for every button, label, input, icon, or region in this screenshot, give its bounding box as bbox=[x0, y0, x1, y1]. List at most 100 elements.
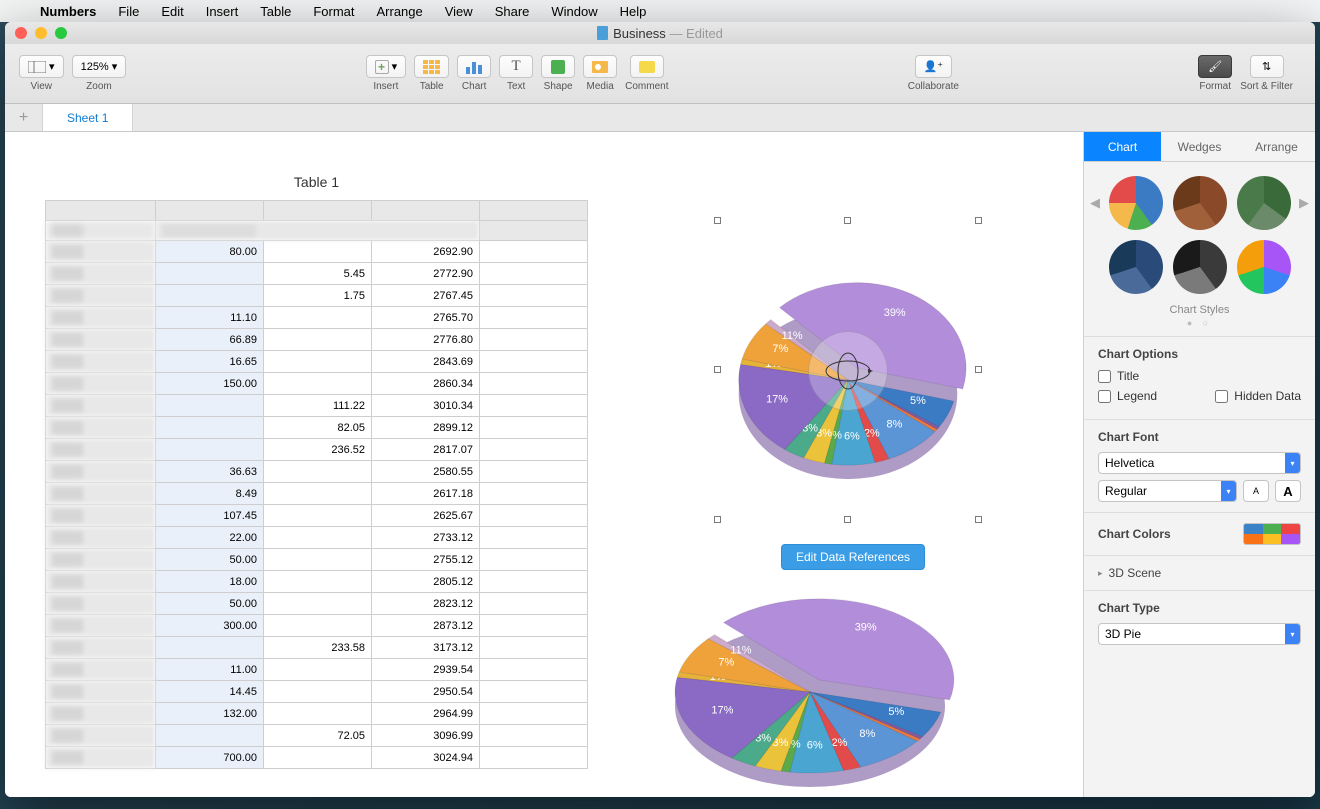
resize-handle[interactable] bbox=[975, 217, 982, 224]
table-button[interactable] bbox=[414, 55, 449, 78]
table-row[interactable]: ████50.002823.12 bbox=[46, 593, 588, 615]
table-row[interactable]: ████107.452625.67 bbox=[46, 505, 588, 527]
document-window: Business — Edited ▾ View 125% ▾ Zoom + ▾… bbox=[5, 22, 1315, 797]
table-row[interactable]: ████11.102765.70 bbox=[46, 307, 588, 329]
app-menu[interactable]: Numbers bbox=[40, 4, 96, 19]
table-row[interactable]: ████150.002860.34 bbox=[46, 373, 588, 395]
inspector-tab-wedges[interactable]: Wedges bbox=[1161, 132, 1238, 162]
font-smaller-button[interactable]: A bbox=[1243, 480, 1269, 502]
rotate-gizmo[interactable] bbox=[808, 331, 888, 411]
table-row[interactable]: ████5.452772.90 bbox=[46, 263, 588, 285]
text-button[interactable]: T bbox=[499, 55, 533, 78]
table-row[interactable]: ████36.632580.55 bbox=[46, 461, 588, 483]
table-row[interactable]: ████132.002964.99 bbox=[46, 703, 588, 725]
zoom-button[interactable] bbox=[55, 27, 67, 39]
3d-scene-disclosure[interactable]: 3D Scene bbox=[1098, 566, 1301, 580]
pie-chart-1[interactable]: 39%5%8%2%6%1%3%3%17%1%7%11% bbox=[717, 220, 979, 520]
chart-style-6[interactable] bbox=[1237, 240, 1291, 294]
resize-handle[interactable] bbox=[975, 516, 982, 523]
menu-format[interactable]: Format bbox=[313, 4, 354, 19]
sort-filter-button[interactable]: ⇅ bbox=[1250, 55, 1284, 78]
chart-button[interactable] bbox=[457, 55, 491, 78]
styles-pager[interactable]: ● ○ bbox=[1084, 318, 1315, 328]
menu-file[interactable]: File bbox=[118, 4, 139, 19]
menu-view[interactable]: View bbox=[445, 4, 473, 19]
font-style-select[interactable]: Regular▾ bbox=[1098, 480, 1237, 502]
hidden-data-checkbox[interactable] bbox=[1215, 390, 1228, 403]
table-icon bbox=[423, 60, 440, 74]
chart-style-5[interactable] bbox=[1173, 240, 1227, 294]
inspector-tab-chart[interactable]: Chart bbox=[1084, 132, 1161, 162]
svg-text:7%: 7% bbox=[772, 343, 788, 355]
chart-colors-picker[interactable] bbox=[1243, 523, 1301, 545]
menu-insert[interactable]: Insert bbox=[206, 4, 239, 19]
person-icon: 👤⁺ bbox=[924, 60, 944, 73]
shape-button[interactable] bbox=[541, 55, 575, 78]
font-family-select[interactable]: Helvetica▾ bbox=[1098, 452, 1301, 474]
styles-next[interactable]: ▶ bbox=[1299, 195, 1309, 211]
add-sheet-button[interactable]: + bbox=[5, 104, 43, 131]
view-label: View bbox=[31, 81, 53, 92]
svg-text:5%: 5% bbox=[888, 706, 904, 718]
pie-chart-2[interactable]: 39%5%8%2%6%1%3%3%17%1%7%11% bbox=[645, 572, 965, 797]
inspector: Chart Wedges Arrange ◀ ▶ Chart Styles bbox=[1083, 132, 1315, 797]
menu-share[interactable]: Share bbox=[495, 4, 530, 19]
table-row[interactable]: ████11.002939.54 bbox=[46, 659, 588, 681]
chart-type-select[interactable]: 3D Pie▾ bbox=[1098, 623, 1301, 645]
minimize-button[interactable] bbox=[35, 27, 47, 39]
table-row[interactable]: ████233.583173.12 bbox=[46, 637, 588, 659]
table-row[interactable]: ████111.223010.34 bbox=[46, 395, 588, 417]
collaborate-button[interactable]: 👤⁺ bbox=[915, 55, 953, 78]
comment-button[interactable] bbox=[630, 55, 664, 78]
legend-checkbox[interactable] bbox=[1098, 390, 1111, 403]
table-row[interactable]: ████80.002692.90 bbox=[46, 241, 588, 263]
svg-text:11%: 11% bbox=[730, 644, 751, 656]
chart-style-4[interactable] bbox=[1109, 240, 1163, 294]
table-row[interactable]: ████50.002755.12 bbox=[46, 549, 588, 571]
insert-button[interactable]: + ▾ bbox=[366, 55, 407, 78]
menu-arrange[interactable]: Arrange bbox=[376, 4, 422, 19]
sheet-tabbar: + Sheet 1 bbox=[5, 104, 1315, 132]
table-row[interactable]: ████22.002733.12 bbox=[46, 527, 588, 549]
styles-prev[interactable]: ◀ bbox=[1090, 195, 1100, 211]
table-row[interactable]: ████1.752767.45 bbox=[46, 285, 588, 307]
resize-handle[interactable] bbox=[714, 366, 721, 373]
chart-type-heading: Chart Type bbox=[1098, 601, 1301, 615]
chart-style-3[interactable] bbox=[1237, 176, 1291, 230]
table-row[interactable]: ████8.492617.18 bbox=[46, 483, 588, 505]
table-1[interactable]: Table 1 ████████████████ ████80.002692.9… bbox=[45, 174, 588, 769]
close-button[interactable] bbox=[15, 27, 27, 39]
table-row[interactable]: ████700.003024.94 bbox=[46, 747, 588, 769]
chart-style-1[interactable] bbox=[1109, 176, 1163, 230]
menu-edit[interactable]: Edit bbox=[161, 4, 183, 19]
table-row[interactable]: ████72.053096.99 bbox=[46, 725, 588, 747]
resize-handle[interactable] bbox=[714, 516, 721, 523]
chart-style-2[interactable] bbox=[1173, 176, 1227, 230]
table-row[interactable]: ████14.452950.54 bbox=[46, 681, 588, 703]
menu-window[interactable]: Window bbox=[551, 4, 597, 19]
font-larger-button[interactable]: A bbox=[1275, 480, 1301, 502]
zoom-select[interactable]: 125% ▾ bbox=[72, 55, 127, 78]
format-button[interactable]: 🖌 bbox=[1198, 55, 1232, 78]
edit-data-references-button[interactable]: Edit Data References bbox=[781, 544, 925, 570]
menu-help[interactable]: Help bbox=[620, 4, 647, 19]
media-button[interactable] bbox=[583, 55, 617, 78]
inspector-tab-arrange[interactable]: Arrange bbox=[1238, 132, 1315, 162]
title-checkbox[interactable] bbox=[1098, 370, 1111, 383]
table-row[interactable]: ████82.052899.12 bbox=[46, 417, 588, 439]
table-row[interactable]: ████66.892776.80 bbox=[46, 329, 588, 351]
table-row[interactable]: ████300.002873.12 bbox=[46, 615, 588, 637]
menu-table[interactable]: Table bbox=[260, 4, 291, 19]
chart-font-heading: Chart Font bbox=[1098, 430, 1301, 444]
canvas[interactable]: Table 1 ████████████████ ████80.002692.9… bbox=[5, 132, 1083, 797]
table-row[interactable]: ████236.522817.07 bbox=[46, 439, 588, 461]
table-row[interactable]: ████18.002805.12 bbox=[46, 571, 588, 593]
resize-handle[interactable] bbox=[844, 516, 851, 523]
resize-handle[interactable] bbox=[714, 217, 721, 224]
view-button[interactable]: ▾ bbox=[19, 55, 64, 78]
sheet-tab-1[interactable]: Sheet 1 bbox=[43, 104, 133, 131]
table-row[interactable]: ████16.652843.69 bbox=[46, 351, 588, 373]
resize-handle[interactable] bbox=[844, 217, 851, 224]
comment-icon bbox=[639, 61, 655, 73]
resize-handle[interactable] bbox=[975, 366, 982, 373]
